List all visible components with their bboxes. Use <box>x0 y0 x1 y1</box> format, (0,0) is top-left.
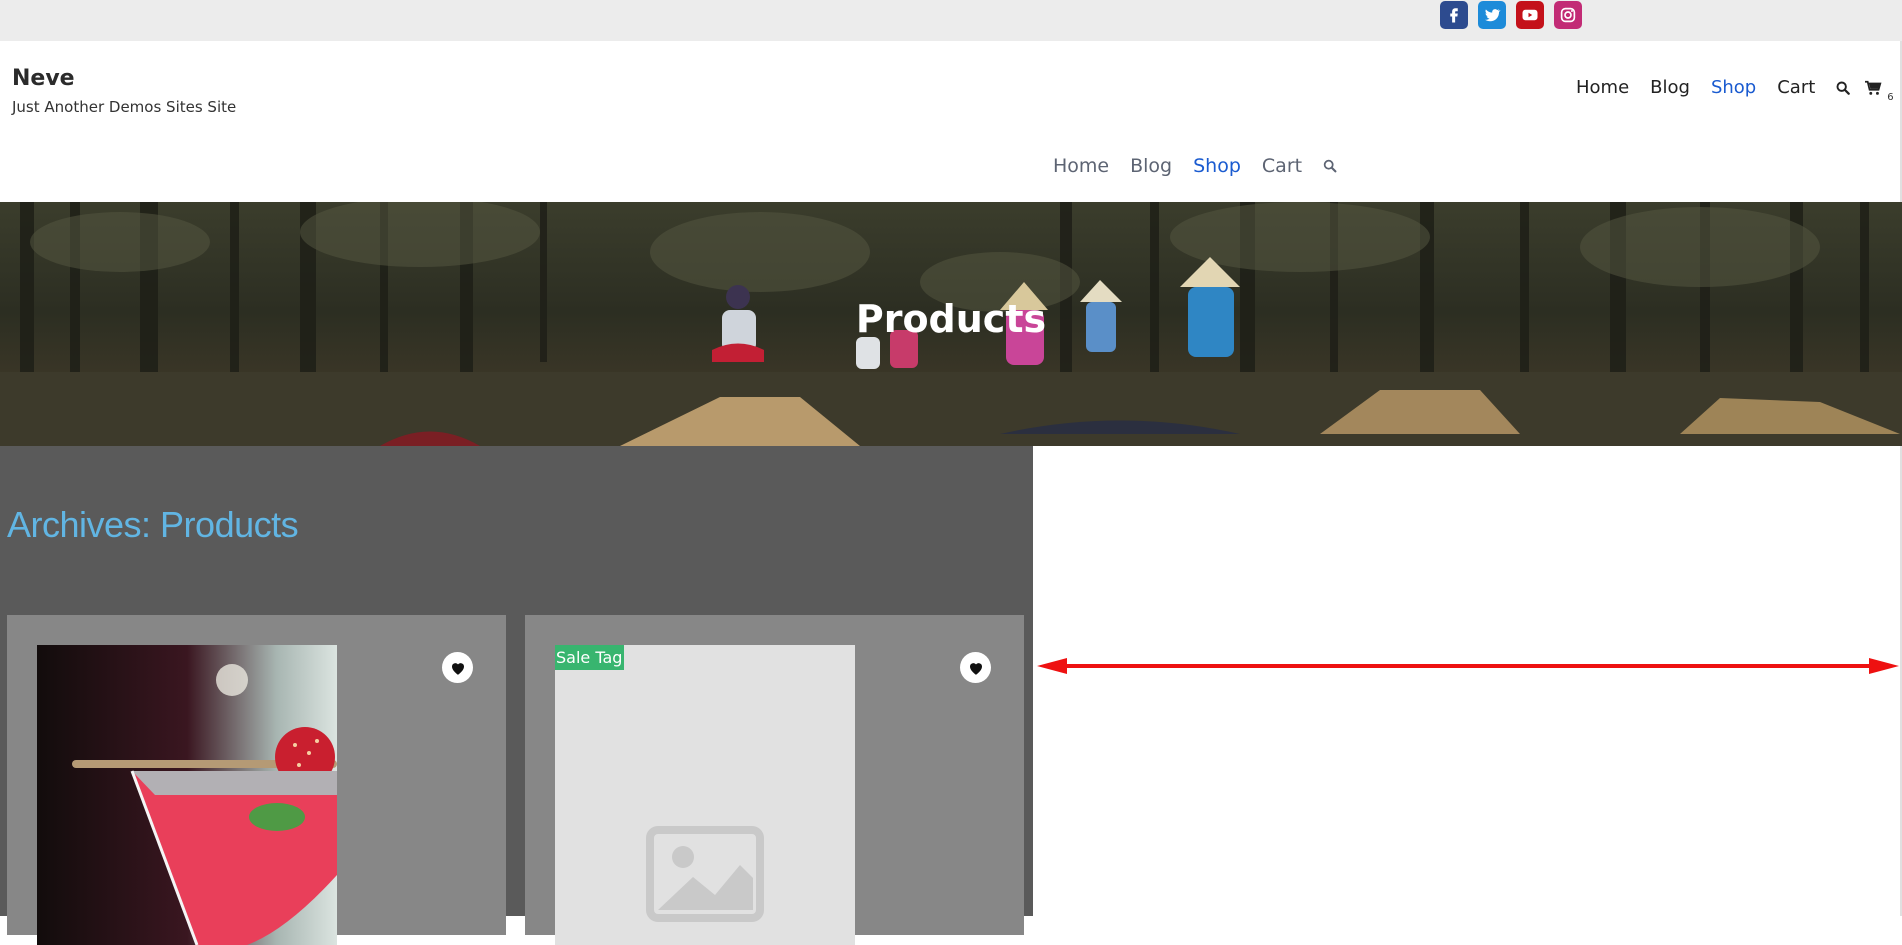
hero-title: Products <box>855 297 1047 341</box>
nav2-shop[interactable]: Shop <box>1193 155 1241 177</box>
nav-shop[interactable]: Shop <box>1711 77 1756 98</box>
shop-main: Archives: Products Sale Tag <box>0 446 1033 945</box>
nav-blog[interactable]: Blog <box>1650 77 1690 98</box>
nav2-home[interactable]: Home <box>1053 155 1109 177</box>
site-header: Neve Just Another Demos Sites Site Home … <box>0 41 1902 202</box>
site-title[interactable]: Neve <box>12 65 236 93</box>
wishlist-button[interactable] <box>442 652 473 683</box>
page-hero: Products <box>0 202 1902 446</box>
product-card[interactable]: Sale Tag <box>525 615 1024 945</box>
heart-icon <box>969 662 982 675</box>
cocktail-image <box>37 645 337 945</box>
double-arrow-annotation <box>1037 658 1899 674</box>
nav-cart[interactable]: Cart <box>1777 77 1815 98</box>
primary-nav: Home Blog Shop Cart 6 <box>1576 77 1894 103</box>
product-image[interactable]: Sale Tag <box>555 645 855 945</box>
placeholder-image-icon <box>646 826 764 922</box>
cart-count-badge: 6 <box>1887 91 1894 103</box>
sidebar-area <box>1033 446 1902 916</box>
nav2-cart[interactable]: Cart <box>1262 155 1302 177</box>
wishlist-button[interactable] <box>960 652 991 683</box>
archive-title: Archives: Products <box>7 504 299 545</box>
site-tagline: Just Another Demos Sites Site <box>12 98 237 116</box>
youtube-icon[interactable] <box>1516 1 1544 29</box>
search-icon[interactable] <box>1836 81 1851 95</box>
heart-icon <box>451 662 464 675</box>
nav2-blog[interactable]: Blog <box>1130 155 1172 177</box>
secondary-nav: Home Blog Shop Cart <box>1053 155 1337 177</box>
twitter-icon[interactable] <box>1478 1 1506 29</box>
nav-home[interactable]: Home <box>1576 77 1629 98</box>
instagram-icon[interactable] <box>1554 1 1582 29</box>
product-image[interactable] <box>37 645 337 945</box>
search-icon[interactable] <box>1323 159 1337 173</box>
sale-badge: Sale Tag <box>555 645 625 670</box>
product-card[interactable] <box>7 615 506 945</box>
facebook-icon[interactable] <box>1440 1 1468 29</box>
site-branding[interactable]: Neve Just Another Demos Sites Site <box>12 65 236 116</box>
cart-icon[interactable]: 6 <box>1864 80 1894 103</box>
top-bar <box>0 0 1902 41</box>
